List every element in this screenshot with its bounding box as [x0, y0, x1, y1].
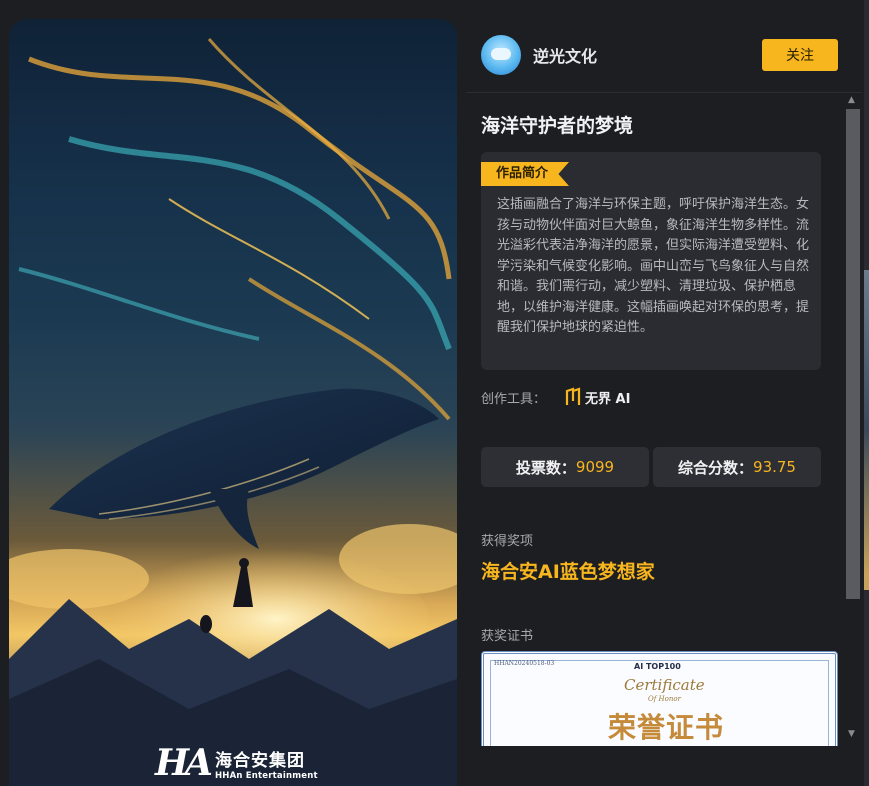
tools-label: 创作工具： — [481, 391, 547, 407]
certificate-id: HHAN20240518-03 — [494, 660, 555, 667]
detail-panel: 逆光文化 关注 海洋守护者的梦境 作品简介 这插画融合了海洋与环保主题，呼吁保护… — [466, 0, 866, 786]
tool-name[interactable]: 无界 AI — [585, 388, 630, 407]
score-value: 93.75 — [753, 458, 796, 476]
artwork-image[interactable]: HA 海合安集团 HHAn Entertainment — [9, 19, 457, 786]
score-label: 综合分数： — [678, 458, 754, 477]
author-info[interactable]: 逆光文化 — [481, 35, 597, 75]
work-title: 海洋守护者的梦境 — [481, 115, 634, 137]
certificate-subtitle-en: Of Honor — [648, 695, 681, 703]
artwork-illustration — [9, 38, 457, 786]
author-name[interactable]: 逆光文化 — [533, 43, 597, 67]
scroll-up-icon[interactable]: ▲ — [848, 95, 855, 105]
bottom-bar — [466, 746, 864, 786]
certificate-top-text: AI TOP100 — [634, 662, 681, 671]
certificate-title-en: Certificate — [624, 676, 705, 694]
votes-value: 9099 — [575, 458, 615, 476]
scroll-down-icon[interactable]: ▼ — [848, 729, 855, 739]
award-label: 获得奖项 — [481, 534, 534, 549]
work-description: 这插画融合了海洋与环保主题，呼吁保护海洋生态。女孩与动物伙伴面对巨大鲸鱼，象征海… — [497, 197, 810, 335]
certificate-title-cn: 荣誉证书 — [608, 711, 725, 744]
certificate-label: 获奖证书 — [481, 629, 534, 644]
brand-logo: HA 海合安集团 HHAn Entertainment — [155, 742, 318, 784]
brand-logo-text: 海合安集团 HHAn Entertainment — [215, 746, 318, 781]
author-avatar[interactable] — [481, 35, 521, 75]
award-name: 海合安AI蓝色梦想家 — [481, 561, 655, 583]
creation-tools: 创作工具： 无界 AI — [481, 387, 630, 407]
brand-name-cn: 海合安集团 — [214, 750, 305, 771]
artwork-detail-page: HA 海合安集团 HHAn Entertainment 逆光文化 关注 海洋守护… — [0, 0, 869, 786]
brand-name-en: HHAn Entertainment — [214, 770, 318, 781]
intro-tag: 作品简介 — [481, 162, 569, 186]
background-page-image — [864, 270, 869, 590]
votes-label: 投票数： — [515, 458, 576, 477]
wujie-ai-icon — [564, 387, 582, 407]
votes-stat: 投票数： 9099 — [481, 447, 649, 487]
follow-button[interactable]: 关注 — [762, 39, 838, 71]
brand-logo-mark: HA — [155, 742, 213, 784]
certificate-image[interactable]: HHAN20240518-03 AI TOP100 Certificate Of… — [481, 651, 838, 746]
scrollbar[interactable]: ▲ ▼ — [844, 93, 862, 746]
score-stat: 综合分数： 93.75 — [653, 447, 821, 487]
description-card: 作品简介 这插画融合了海洋与环保主题，呼吁保护海洋生态。女孩与动物伙伴面对巨大鲸… — [481, 152, 821, 370]
scrollbar-thumb[interactable] — [846, 109, 860, 599]
detail-scroll-area[interactable]: 海洋守护者的梦境 作品简介 这插画融合了海洋与环保主题，呼吁保护海洋生态。女孩与… — [466, 93, 866, 746]
